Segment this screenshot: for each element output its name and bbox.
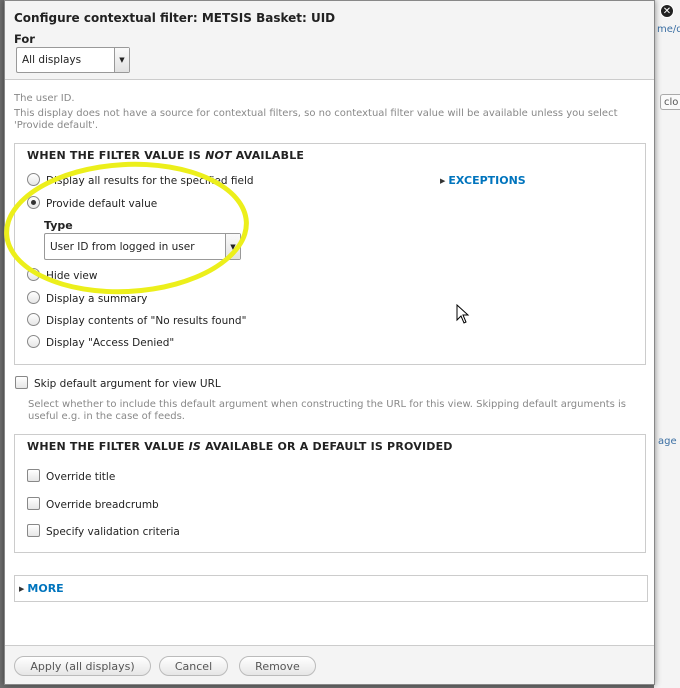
checkbox[interactable] <box>27 524 40 537</box>
configure-filter-dialog: Configure contextual filter: METSIS Bask… <box>4 0 655 685</box>
legend-text: WHEN THE FILTER VALUE <box>27 440 189 453</box>
checkbox[interactable] <box>15 376 28 389</box>
for-display-select-value: All displays <box>22 54 82 66</box>
background-close-button: clo <box>660 94 680 110</box>
for-display-select[interactable]: All displays ▼ <box>16 47 130 73</box>
apply-button[interactable]: Apply (all displays) <box>14 656 151 676</box>
radio-label: Display contents of "No results found" <box>46 315 247 327</box>
checkbox[interactable] <box>27 469 40 482</box>
close-icon[interactable]: ✕ <box>660 4 674 18</box>
help-text-no-source: This display does not have a source for … <box>14 108 618 131</box>
legend-text: AVAILABLE OR A DEFAULT IS PROVIDED <box>201 440 453 453</box>
exceptions-label: EXCEPTIONS <box>448 174 526 187</box>
checkbox-label: Specify validation criteria <box>46 526 180 538</box>
more-toggle[interactable]: ▶ MORE <box>19 582 64 595</box>
radio-button[interactable] <box>27 291 40 304</box>
background-link-fragment: age <box>658 436 677 447</box>
triangle-right-icon: ▶ <box>440 177 446 185</box>
mouse-pointer-icon <box>456 304 470 324</box>
more-fieldset: ▶ MORE <box>14 575 648 602</box>
legend-emphasis: NOT <box>205 149 232 162</box>
checkbox-label: Skip default argument for view URL <box>34 378 221 390</box>
help-text-user-id: The user ID. <box>14 93 75 104</box>
legend-text: WHEN THE FILTER VALUE IS <box>27 149 206 162</box>
dialog-footer: Apply (all displays) Cancel Remove <box>5 645 654 684</box>
for-label: For <box>14 32 35 46</box>
triangle-right-icon: ▶ <box>19 585 25 593</box>
legend-emphasis: IS <box>188 440 202 453</box>
radio-button[interactable] <box>27 335 40 348</box>
remove-button[interactable]: Remove <box>239 656 316 676</box>
checkbox[interactable] <box>27 497 40 510</box>
radio-label: Display a summary <box>46 293 148 305</box>
radio-label: Display "Access Denied" <box>46 337 175 349</box>
dropdown-arrow-icon: ▼ <box>114 48 129 72</box>
more-label: MORE <box>27 582 64 595</box>
radio-button[interactable] <box>27 313 40 326</box>
legend-text: AVAILABLE <box>231 149 305 162</box>
checkbox-label: Override title <box>46 471 116 483</box>
skip-default-help: Select whether to include this default a… <box>28 399 627 422</box>
fieldset-legend: WHEN THE FILTER VALUE IS AVAILABLE OR A … <box>27 440 453 453</box>
checkbox-label: Override breadcrumb <box>46 499 159 511</box>
background-link-fragment: me/d <box>657 24 680 35</box>
dialog-header: Configure contextual filter: METSIS Bask… <box>5 1 654 80</box>
exceptions-toggle[interactable]: ▶ EXCEPTIONS <box>440 174 526 187</box>
cancel-button[interactable]: Cancel <box>159 656 228 676</box>
fieldset-legend: WHEN THE FILTER VALUE IS NOT AVAILABLE <box>27 149 304 162</box>
dialog-title: Configure contextual filter: METSIS Bask… <box>14 11 336 25</box>
